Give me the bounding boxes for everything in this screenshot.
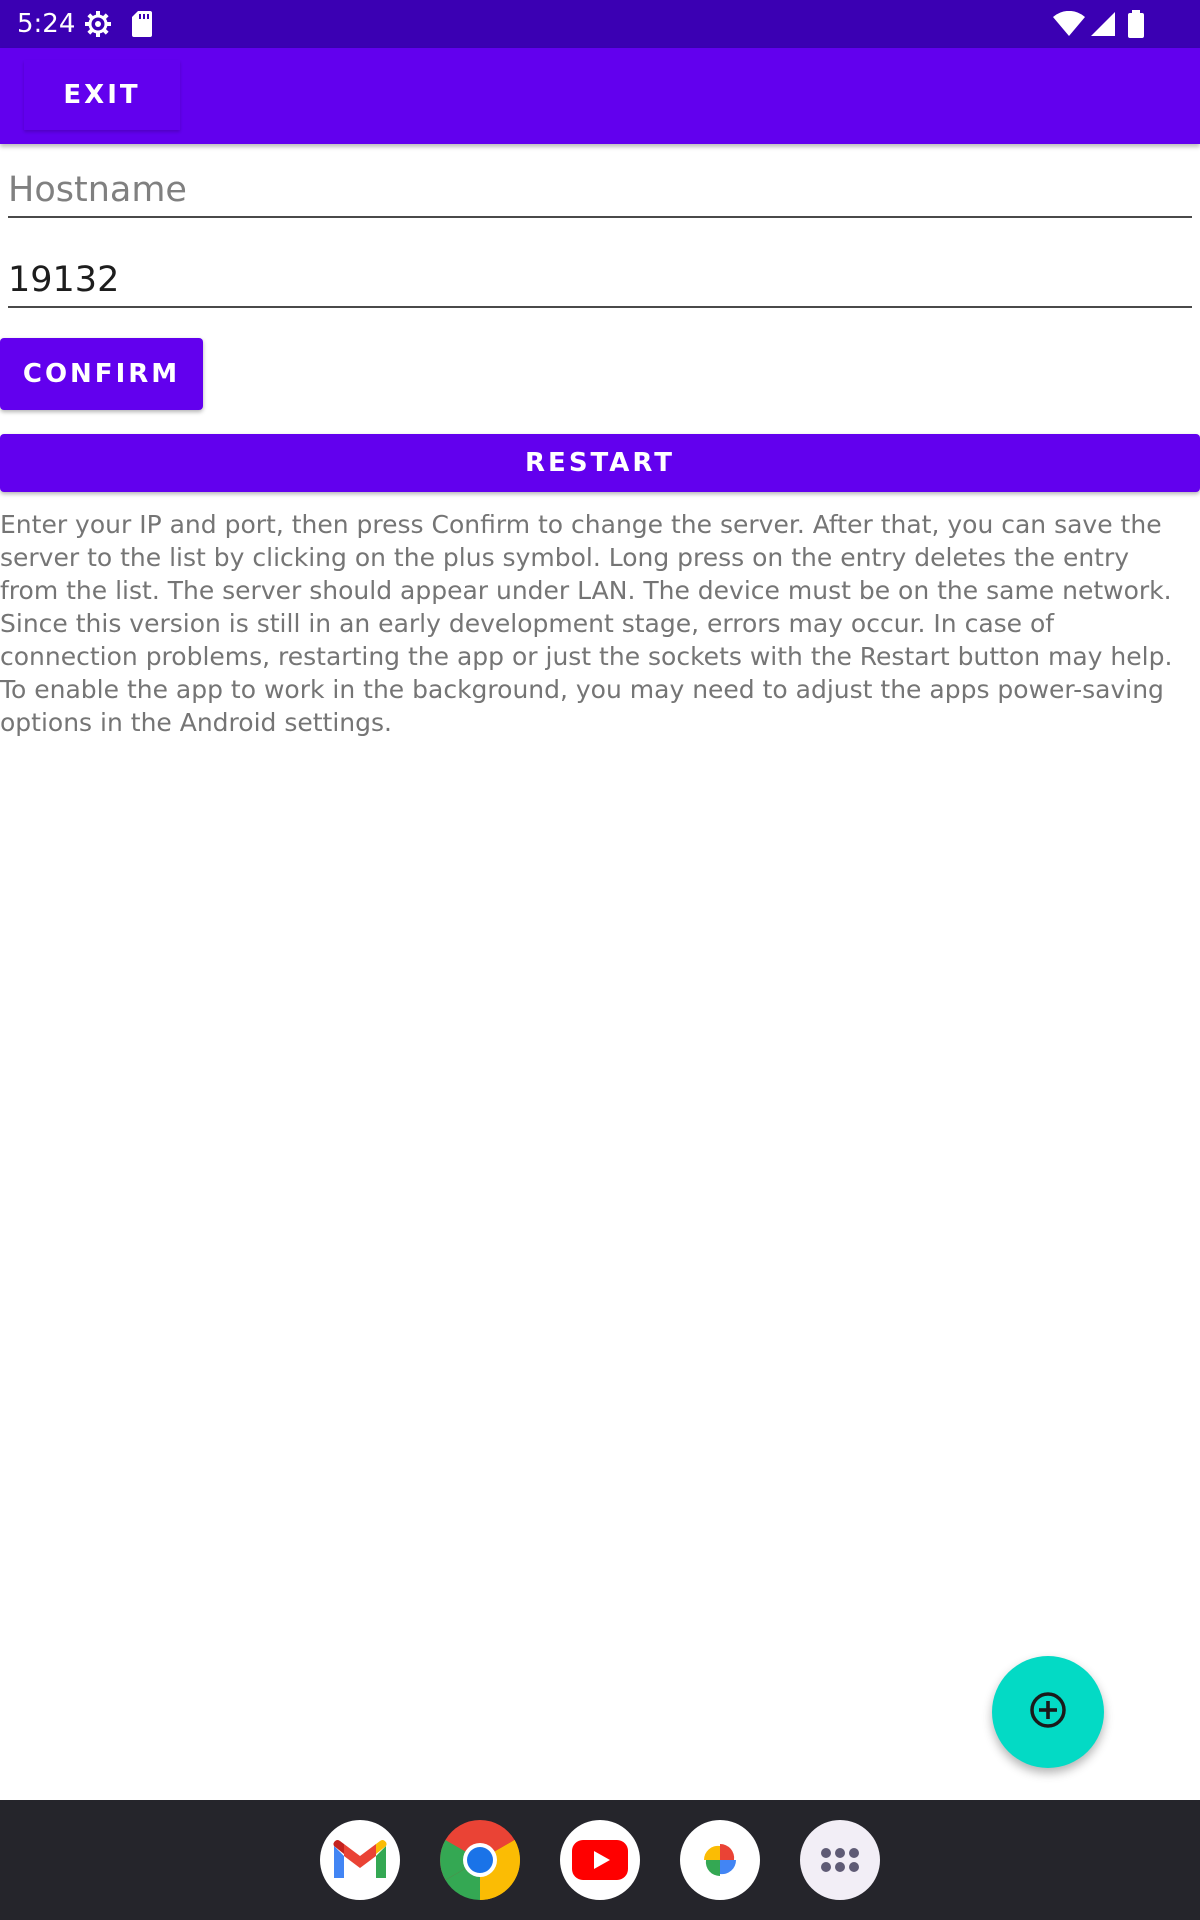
port-input[interactable] bbox=[8, 254, 1192, 306]
photos-icon[interactable] bbox=[680, 1820, 760, 1900]
signal-icon bbox=[1090, 11, 1116, 41]
exit-button[interactable]: EXIT bbox=[24, 60, 180, 130]
hostname-input[interactable] bbox=[8, 164, 1192, 216]
app-dock bbox=[0, 1800, 1200, 1920]
youtube-icon[interactable] bbox=[560, 1820, 640, 1900]
add-circle-icon bbox=[1028, 1690, 1068, 1734]
confirm-button[interactable]: CONFIRM bbox=[0, 338, 203, 410]
restart-button[interactable]: RESTART bbox=[0, 434, 1200, 492]
gmail-icon[interactable] bbox=[320, 1820, 400, 1900]
app-drawer-icon[interactable] bbox=[800, 1820, 880, 1900]
status-time: 5:24 bbox=[17, 9, 76, 39]
port-field[interactable] bbox=[8, 254, 1192, 308]
app-bar: EXIT bbox=[0, 48, 1200, 144]
instructions-text: Enter your IP and port, then press Confi… bbox=[0, 510, 1173, 737]
add-server-fab[interactable] bbox=[992, 1656, 1104, 1768]
wifi-icon bbox=[1053, 10, 1085, 41]
battery-icon bbox=[1128, 10, 1144, 42]
sd-card-icon bbox=[131, 10, 153, 42]
status-bar: 5:24 bbox=[0, 0, 1200, 48]
hostname-field[interactable] bbox=[8, 164, 1192, 218]
gear-icon bbox=[84, 10, 112, 42]
chrome-icon[interactable] bbox=[440, 1820, 520, 1900]
